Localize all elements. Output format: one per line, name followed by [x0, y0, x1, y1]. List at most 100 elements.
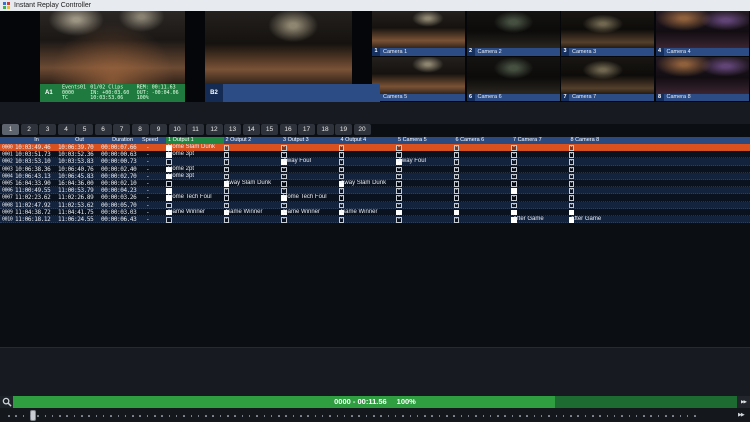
- timeline-tick: [402, 415, 404, 417]
- tab-16[interactable]: 16: [280, 124, 297, 135]
- event-tag-label: -: [341, 151, 343, 158]
- event-row-0009[interactable]: 000911:04:38.7211:04:41.7500:00:03.03-Ga…: [0, 209, 750, 216]
- output-cell-7: -: [511, 173, 568, 180]
- timeline-tick: [191, 415, 193, 417]
- timeline-tick: [337, 415, 339, 417]
- tab-7[interactable]: 7: [113, 124, 130, 135]
- monitor-a-status-strip: A1 Events0101/02 ClipsREM: 00:11.63 0000…: [40, 84, 185, 102]
- tab-18[interactable]: 18: [317, 124, 334, 135]
- output-cell-4: -: [339, 194, 396, 201]
- event-tag-label: -: [398, 209, 400, 216]
- event-row-0005[interactable]: 000516:04:33.9016:04:36.0000:00:02.10-Aw…: [0, 180, 750, 187]
- tab-4[interactable]: 4: [58, 124, 75, 135]
- output-1-checkbox[interactable]: [166, 203, 172, 209]
- timeline-tick: [694, 415, 696, 417]
- camera-7-thumbnail[interactable]: [561, 57, 654, 94]
- event-row-0000[interactable]: 000010:03:49.4610:06:39.7000:00:07.66-Ho…: [0, 144, 750, 151]
- timeline-tick: [52, 415, 54, 417]
- timeline-tick: [81, 415, 83, 417]
- tab-1[interactable]: 1: [2, 124, 19, 135]
- tab-3[interactable]: 3: [39, 124, 56, 135]
- timeline-tick: [264, 415, 266, 417]
- event-tag-label: -: [571, 151, 573, 158]
- tab-2[interactable]: 2: [21, 124, 38, 135]
- output-1-checkbox[interactable]: [166, 159, 172, 165]
- tab-17[interactable]: 17: [298, 124, 315, 135]
- event-tag-label: -: [513, 209, 515, 216]
- event-tag-label: -: [226, 151, 228, 158]
- in-time: 16:04:33.90: [15, 180, 50, 187]
- camera-5-thumbnail[interactable]: [372, 57, 465, 94]
- event-row-0001[interactable]: 000110:03:51.7310:03:52.3600:00:00.63-Ho…: [0, 151, 750, 158]
- camera-8-thumbnail[interactable]: [656, 57, 749, 94]
- duration: 00:00:06.43: [101, 216, 136, 223]
- event-tag-label: -: [398, 202, 400, 209]
- timeline-tick: [504, 415, 506, 417]
- in-time: 10:06:38.36: [15, 166, 50, 173]
- tab-15[interactable]: 15: [261, 124, 278, 135]
- tab-10[interactable]: 10: [169, 124, 186, 135]
- event-tag-label: -: [513, 166, 515, 173]
- event-tag-label: -: [571, 173, 573, 180]
- output-cell-7: -: [511, 194, 568, 201]
- duration: 00:00:03.03: [101, 209, 136, 216]
- tab-11[interactable]: 11: [187, 124, 204, 135]
- tab-5[interactable]: 5: [76, 124, 93, 135]
- timeline-tick: [8, 415, 10, 417]
- tab-6[interactable]: 6: [95, 124, 112, 135]
- tab-19[interactable]: 19: [335, 124, 352, 135]
- camera-3-thumbnail[interactable]: [561, 11, 654, 48]
- output-cell-1: [166, 180, 223, 187]
- camera-2-label: 2Camera 2: [467, 48, 560, 56]
- event-tag-label: -: [226, 144, 228, 151]
- output-cell-5: Away Foul: [396, 158, 453, 165]
- event-tag-label: Home 3pt: [168, 151, 194, 158]
- camera-4-thumbnail[interactable]: [656, 11, 749, 48]
- output-1-checkbox[interactable]: [166, 181, 172, 187]
- camera-1-thumbnail[interactable]: [372, 11, 465, 48]
- event-row-0006[interactable]: 000611:00:49.5511:00:53.7900:00:04.23---…: [0, 187, 750, 194]
- timeline-tick: [577, 415, 579, 417]
- event-tag-label: -: [456, 209, 458, 216]
- playback-progress-bar[interactable]: 0000 - 00:11.56100% ▶▶: [0, 396, 750, 408]
- event-row-0007[interactable]: 000711:02:23.6211:02:26.8900:00:03.26-Ho…: [0, 194, 750, 201]
- scrubber-end-icon[interactable]: ▶▶: [738, 410, 744, 421]
- camera-2-thumbnail[interactable]: [467, 11, 560, 48]
- event-tag-label: -: [283, 180, 285, 187]
- monitor-a-video: [40, 11, 185, 84]
- output-cell-6: -: [454, 151, 511, 158]
- event-tag-label: Game Winner: [168, 209, 205, 216]
- event-row-0008[interactable]: 000811:02:47.9211:02:53.6200:00:05.70---…: [0, 202, 750, 209]
- camera-6-thumbnail[interactable]: [467, 57, 560, 94]
- event-row-0010[interactable]: 001011:06:18.1211:06:24.5500:00:06.43---…: [0, 216, 750, 223]
- output-cell-5: -: [396, 180, 453, 187]
- output-cell-8: -: [569, 166, 626, 173]
- event-row-0004[interactable]: 000410:06:43.1310:06:45.8300:00:02.70-Ho…: [0, 173, 750, 180]
- timeline-scrubber[interactable]: ▶▶: [0, 408, 750, 422]
- out-time: 11:00:53.79: [58, 187, 93, 194]
- tab-20[interactable]: 20: [354, 124, 371, 135]
- tab-8[interactable]: 8: [132, 124, 149, 135]
- tab-12[interactable]: 12: [206, 124, 223, 135]
- timeline-tick: [59, 415, 61, 417]
- tab-13[interactable]: 13: [224, 124, 241, 135]
- tab-14[interactable]: 14: [243, 124, 260, 135]
- tab-9[interactable]: 9: [150, 124, 167, 135]
- timeline-tick: [307, 415, 309, 417]
- progress-percent: 100%: [397, 397, 416, 406]
- timeline-tick: [125, 415, 127, 417]
- duration: 00:00:02.40: [101, 166, 136, 173]
- skip-to-end-button[interactable]: ▶▶: [737, 396, 750, 408]
- output-cell-5: -: [396, 144, 453, 151]
- timeline-tick: [680, 415, 682, 417]
- output-1-checkbox[interactable]: [166, 217, 172, 223]
- timeline-tick: [351, 415, 353, 417]
- event-row-0002[interactable]: 000210:03:53.1010:03:53.8300:00:00.73--A…: [0, 158, 750, 165]
- event-tag-label: -: [226, 166, 228, 173]
- event-rows: 000010:03:49.4610:06:39.7000:00:07.66-Ho…: [0, 144, 750, 224]
- timeline-tick: [88, 415, 90, 417]
- event-row-0003[interactable]: 000310:06:38.3610:06:40.7600:00:02.40-Ho…: [0, 166, 750, 173]
- event-tag-label: -: [571, 187, 573, 194]
- timeline-tick: [74, 415, 76, 417]
- timeline-tick: [570, 415, 572, 417]
